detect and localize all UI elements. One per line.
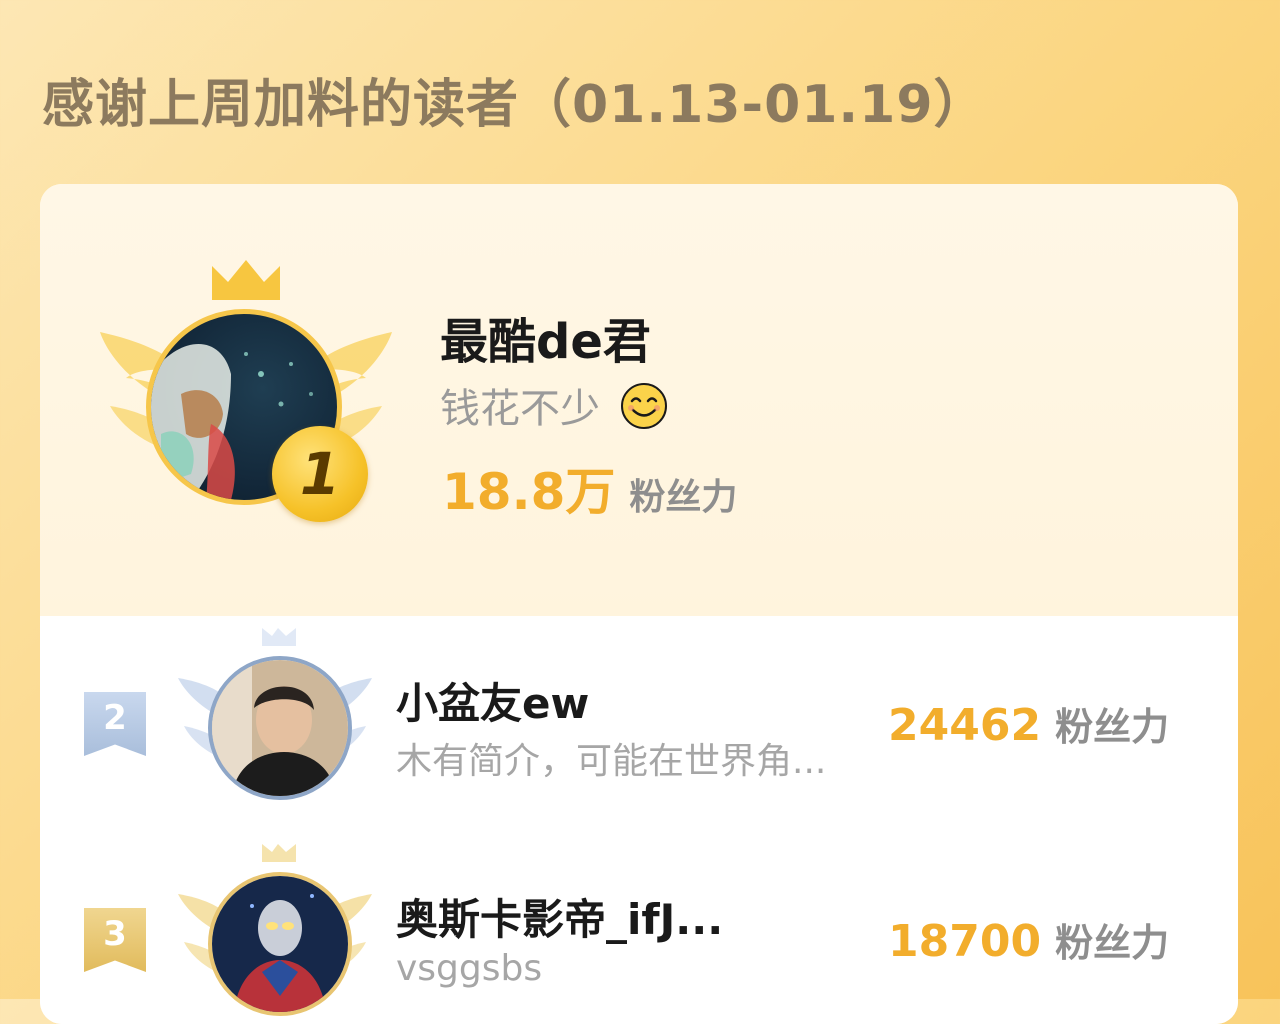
avatar[interactable] bbox=[208, 872, 352, 1016]
rank-number: 2 bbox=[103, 698, 127, 738]
avatar[interactable] bbox=[208, 656, 352, 800]
crown-icon bbox=[212, 260, 280, 300]
avatar-photo bbox=[212, 876, 348, 1012]
list-item[interactable]: 3 奥斯卡影帝_ifJ... vsggsbs 18700 粉丝力 bbox=[40, 844, 1238, 1024]
top-reader-score: 18.8万 粉丝力 bbox=[442, 452, 737, 524]
reader-bio: vsggsbs bbox=[396, 948, 543, 989]
reader-name[interactable]: 小盆友ew bbox=[396, 670, 589, 731]
rank-number: 3 bbox=[103, 914, 127, 954]
score-unit: 粉丝力 bbox=[1055, 705, 1170, 749]
score-value: 18700 bbox=[888, 916, 1042, 967]
score-unit: 粉丝力 bbox=[629, 477, 738, 518]
score-unit: 粉丝力 bbox=[1055, 921, 1170, 965]
top-reader-section[interactable]: 1 最酷de君 钱花不少 18.8万 粉丝力 bbox=[40, 184, 1238, 616]
smile-icon bbox=[619, 381, 669, 441]
reader-list: 2 小盆友ew 木有简介，可能在世界角... 24462 粉丝力 3 奥斯卡影帝… bbox=[40, 616, 1238, 1024]
reader-score: 18700 粉丝力 bbox=[888, 912, 1169, 967]
rank-1-badge: 1 bbox=[272, 426, 368, 522]
top-reader-bio: 钱花不少 bbox=[440, 376, 669, 441]
score-value: 24462 bbox=[888, 700, 1042, 751]
rank-tag: 3 bbox=[84, 908, 146, 972]
reader-name[interactable]: 奥斯卡影帝_ifJ... bbox=[396, 886, 723, 947]
score-value: 18.8万 bbox=[442, 463, 616, 521]
page-title: 感谢上周加料的读者（01.13-01.19） bbox=[42, 75, 987, 135]
reader-score: 24462 粉丝力 bbox=[888, 696, 1169, 751]
list-item[interactable]: 2 小盆友ew 木有简介，可能在世界角... 24462 粉丝力 bbox=[40, 628, 1238, 828]
top-reader-name[interactable]: 最酷de君 bbox=[440, 302, 651, 372]
rank-number: 1 bbox=[299, 440, 341, 508]
rank-tag: 2 bbox=[84, 692, 146, 756]
avatar-photo bbox=[212, 660, 348, 796]
top-reader-bio-text: 钱花不少 bbox=[440, 386, 600, 432]
leaderboard-card: 1 最酷de君 钱花不少 18.8万 粉丝力 2 小盆友ew 木有简介，可能在世… bbox=[40, 184, 1238, 1024]
reader-bio: 木有简介，可能在世界角... bbox=[396, 741, 827, 782]
